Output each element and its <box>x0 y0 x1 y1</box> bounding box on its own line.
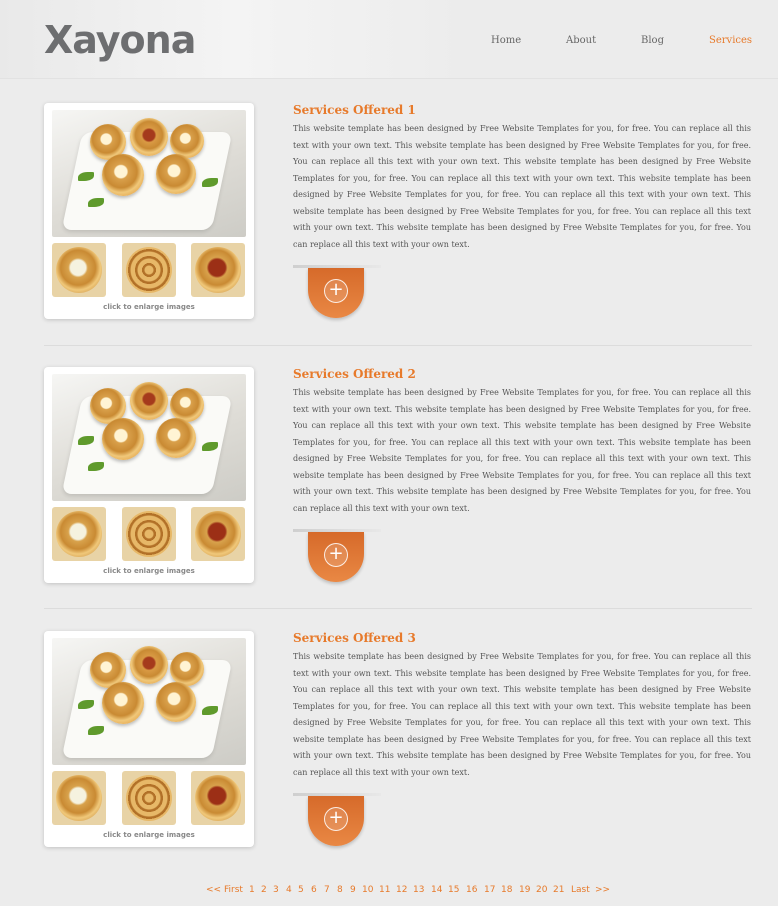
pager-page-21[interactable]: 21 <box>553 885 564 895</box>
expand-button[interactable]: + <box>308 532 364 582</box>
service-title: Services Offered 3 <box>293 631 416 645</box>
service-section-1: click to enlarge images Services Offered… <box>44 103 752 323</box>
pager-page-3[interactable]: 3 <box>273 885 279 895</box>
nav-about[interactable]: About <box>566 35 596 46</box>
pager-page-10[interactable]: 10 <box>362 885 373 895</box>
pager-page-13[interactable]: 13 <box>413 885 424 895</box>
pager-page-4[interactable]: 4 <box>286 885 292 895</box>
service-section-3: click to enlarge images Services Offered… <box>44 631 752 851</box>
thumbnail-image[interactable] <box>122 243 176 297</box>
main-photo[interactable] <box>52 374 246 501</box>
thumbnail-image[interactable] <box>52 243 106 297</box>
service-title: Services Offered 1 <box>293 103 416 117</box>
nav-blog[interactable]: Blog <box>641 35 664 46</box>
main-photo[interactable] <box>52 110 246 237</box>
thumbnail-image[interactable] <box>52 771 106 825</box>
pager-page-2[interactable]: 2 <box>261 885 267 895</box>
pager-page-15[interactable]: 15 <box>448 885 459 895</box>
gallery-caption: click to enlarge images <box>103 303 195 311</box>
pager-page-11[interactable]: 11 <box>379 885 390 895</box>
nav-services[interactable]: Services <box>709 35 752 46</box>
expand-button[interactable]: + <box>308 796 364 846</box>
pager-page-8[interactable]: 8 <box>337 885 343 895</box>
expand-button[interactable]: + <box>308 268 364 318</box>
pager-page-5[interactable]: 5 <box>298 885 304 895</box>
pager-page-9[interactable]: 9 <box>350 885 356 895</box>
thumbnail-image[interactable] <box>191 771 245 825</box>
nav-home[interactable]: Home <box>491 35 521 46</box>
pager-page-20[interactable]: 20 <box>536 885 547 895</box>
section-divider <box>44 608 752 609</box>
section-divider <box>44 345 752 346</box>
pagination: << First 1 2 3 4 5 6 7 8 9 10 11 12 13 1… <box>0 885 778 899</box>
pager-prev[interactable]: << <box>206 885 221 895</box>
pager-page-14[interactable]: 14 <box>431 885 442 895</box>
thumbnail-image[interactable] <box>122 507 176 561</box>
pager-last[interactable]: Last <box>571 885 590 895</box>
pager-page-16[interactable]: 16 <box>466 885 477 895</box>
pager-page-17[interactable]: 17 <box>484 885 495 895</box>
pager-first[interactable]: First <box>224 885 243 895</box>
main-nav: Home About Blog Services <box>0 35 778 51</box>
plus-circle-icon: + <box>324 279 348 303</box>
thumbnail-image[interactable] <box>191 507 245 561</box>
pager-page-1[interactable]: 1 <box>249 885 255 895</box>
image-gallery: click to enlarge images <box>44 103 254 319</box>
gallery-caption: click to enlarge images <box>103 567 195 575</box>
thumbnail-image[interactable] <box>122 771 176 825</box>
service-description: This website template has been designed … <box>293 388 751 513</box>
thumbnail-image[interactable] <box>191 243 245 297</box>
image-gallery: click to enlarge images <box>44 367 254 583</box>
service-description: This website template has been designed … <box>293 652 751 777</box>
pager-page-6[interactable]: 6 <box>311 885 317 895</box>
service-title: Services Offered 2 <box>293 367 416 381</box>
pager-page-18[interactable]: 18 <box>501 885 512 895</box>
site-header: Xayona Home About Blog Services <box>0 0 778 79</box>
gallery-caption: click to enlarge images <box>103 831 195 839</box>
image-gallery: click to enlarge images <box>44 631 254 847</box>
service-section-2: click to enlarge images Services Offered… <box>44 367 752 587</box>
plus-circle-icon: + <box>324 543 348 567</box>
service-description: This website template has been designed … <box>293 124 751 249</box>
pager-next[interactable]: >> <box>595 885 610 895</box>
pager-page-7[interactable]: 7 <box>324 885 330 895</box>
plus-circle-icon: + <box>324 807 348 831</box>
pager-page-12[interactable]: 12 <box>396 885 407 895</box>
pager-page-19[interactable]: 19 <box>519 885 530 895</box>
thumbnail-image[interactable] <box>52 507 106 561</box>
main-photo[interactable] <box>52 638 246 765</box>
